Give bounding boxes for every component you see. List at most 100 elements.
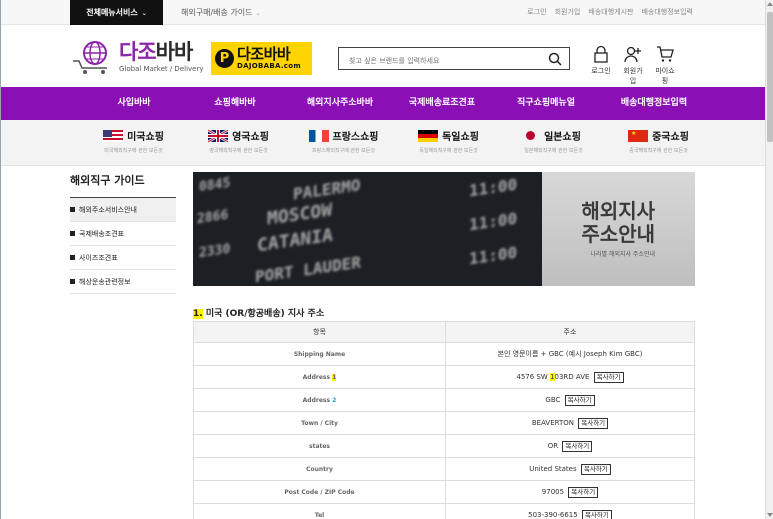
vertical-scrollbar[interactable] [765,0,773,519]
all-services-menu[interactable]: 전체메뉴서비스 ⌄ [70,0,163,25]
scroll-up-icon[interactable] [767,2,773,6]
sidebar-item-sea-shipping[interactable]: 해상운송관련정보 [70,270,176,294]
row-value: 4576 SW 103RD AVE 복사하기 [445,365,695,389]
site-logo[interactable]: 다조바바 Global Market / Delivery [71,39,203,75]
nav-item-shipping-rates[interactable]: 국제배송료조견표 [397,87,487,120]
banner-title-line1: 해외지사 [581,199,655,223]
signup-button[interactable]: 회원가입 [621,45,645,86]
bullet-icon [70,207,75,212]
yellow-logo-domain: DAJOBABA.com [237,62,301,70]
country-jp[interactable]: 일본쇼핑 일본해외직구에 관한 모든것 [501,120,606,165]
copy-button[interactable]: 복사하기 [564,394,595,406]
country-subtitle: 영국해외직구에 관한 모든것 [209,148,268,154]
board-word: PORT LAUDER [255,252,361,286]
row-value-text: United States [529,464,577,473]
country-subtitle: 독일해외직구에 관한 모든것 [419,148,478,154]
top-links: 로그인 회원가입 배송대행게시판 배송대행정보입력 [527,0,693,25]
copy-button[interactable]: 복사하기 [593,371,624,383]
sidebar-item-size-table[interactable]: 사이즈조견표 [70,246,176,270]
japan-flag-icon [526,131,536,140]
row-value-text: 4576 SW [516,372,551,381]
row-value: 503-390-6615 복사하기 [445,503,695,519]
country-fr[interactable]: 프랑스쇼핑 프랑스해외직구에 관한 모든것 [291,120,396,165]
scrollbar-thumb[interactable] [767,12,773,142]
board-time: 2330 [199,241,231,262]
sidebar-item-address-service[interactable]: 해외주소서비스안내 [70,198,176,222]
nav-item-manual[interactable]: 직구쇼핑메뉴얼 [505,87,587,120]
section-title-text: 미국 (OR/항공배송) 지사 주소 [202,309,325,319]
china-flag-icon: ★ [628,129,649,142]
row-value: OR 복사하기 [445,434,695,458]
board-time: 11:00 [469,242,518,269]
sidebar-item-label: 사이즈조견표 [79,253,118,262]
country-subtitle: 중국해외직구에 관한 모든것 [629,148,688,154]
lock-icon [594,45,608,63]
sidebar-item-shipping-table[interactable]: 국제배송조견표 [70,222,176,246]
copy-button[interactable]: 복사하기 [580,463,611,475]
row-label: Town / City [193,411,446,435]
copy-button[interactable]: 복사하기 [568,486,599,498]
guide-sidebar: 해외직구 가이드 해외주소서비스안내 국제배송조견표 사이즈조견표 해상운송관련… [70,172,176,294]
row-value-text: 97005 [541,487,565,496]
signup-link[interactable]: 회원가입 [555,0,581,25]
country-cn[interactable]: ★ 중국쇼핑 중국해외직구에 관한 모든것 [606,120,711,165]
germany-flag-icon [418,129,439,142]
logo-tagline: Global Market / Delivery [119,65,204,73]
table-row: states OR 복사하기 [193,434,695,458]
row-label-text: Address [302,373,333,381]
nav-item-shopping[interactable]: 쇼핑해바바 [203,87,267,120]
us-flag-icon [103,129,124,142]
search-input[interactable] [339,50,539,72]
login-button[interactable]: 로그인 [589,45,613,86]
board-time: 2866 [197,207,229,228]
country-nav: 미국쇼핑 미국해외직구에 관한 모든것 영국쇼핑 영국해외직구에 관한 모든것 … [1,120,765,166]
copy-button[interactable]: 복사하기 [562,440,593,452]
chevron-down-icon: ⌄ [255,10,261,17]
branch-address-banner: 0845 2866 2330 PALERMO MOSCOW CATANIA PO… [193,172,695,286]
departure-board-image: 0845 2866 2330 PALERMO MOSCOW CATANIA PO… [193,172,543,286]
row-label-highlight: 1 [332,373,337,381]
login-link[interactable]: 로그인 [527,0,546,25]
board-link[interactable]: 배송대행게시판 [588,0,633,25]
table-row: Country United States 복사하기 [193,457,695,481]
board-time: 11:00 [469,208,518,235]
section-number: 1. [193,309,203,319]
dajobaba-logo[interactable]: P 다조바바 DAJOBABA.com [211,42,312,75]
uk-flag-icon [208,129,229,142]
country-name: 독일쇼핑 [442,132,479,143]
france-flag-icon [308,129,329,142]
country-us[interactable]: 미국쇼핑 미국해외직구에 관한 모든것 [81,120,186,165]
country-uk[interactable]: 영국쇼핑 영국해외직구에 관한 모든것 [186,120,291,165]
address-table: 항목 주소 Shipping Name 본인 영문이름 + GBC (예시 Jo… [193,321,695,519]
add-user-icon [624,46,641,63]
yellow-logo-text: 다조바바 [237,45,291,63]
column-header: 항목 [193,321,446,343]
bullet-icon [70,255,75,260]
scroll-down-icon[interactable] [767,513,773,517]
search-icon[interactable] [548,52,562,66]
country-de[interactable]: 독일쇼핑 독일해외직구에 관한 모든것 [396,120,501,165]
row-label-text: Address [302,396,333,404]
country-name: 프랑스쇼핑 [332,132,379,143]
main-nav: 사입바바 쇼핑해바바 해외지사주소바바 국제배송료조견표 직구쇼핑메뉴얼 배송대… [1,87,765,120]
table-row: Tel 503-390-6615 복사하기 [193,503,695,519]
delivery-info-link[interactable]: 배송대행정보입력 [641,0,693,25]
country-name: 중국쇼핑 [652,132,689,143]
my-shopping-button[interactable]: 마이쇼핑 [653,45,677,86]
row-label-highlight: 2 [332,396,337,404]
site-header: 다조바바 Global Market / Delivery P 다조바바 DAJ… [1,25,765,87]
nav-item-sababa[interactable]: 사입바바 [103,87,165,120]
sidebar-title: 해외직구 가이드 [70,172,176,198]
column-header: 주소 [445,321,695,343]
cart-icon [657,46,674,62]
nav-item-delivery-info[interactable]: 배송대행정보입력 [609,87,699,120]
row-value-text: BEAVERTON [531,418,574,427]
copy-button[interactable]: 복사하기 [581,509,612,519]
signup-label: 회원가입 [623,67,643,85]
copy-button[interactable]: 복사하기 [578,417,609,429]
row-value: 본인 영문이름 + GBC (예시 Joseph Kim GBC) [445,342,695,366]
shipping-guide-menu[interactable]: 해외구매/배송 가이드 ⌄ [181,0,261,25]
search-box [338,47,570,72]
bullet-icon [70,279,75,284]
nav-item-branch-address[interactable]: 해외지사주소바바 [295,87,385,120]
